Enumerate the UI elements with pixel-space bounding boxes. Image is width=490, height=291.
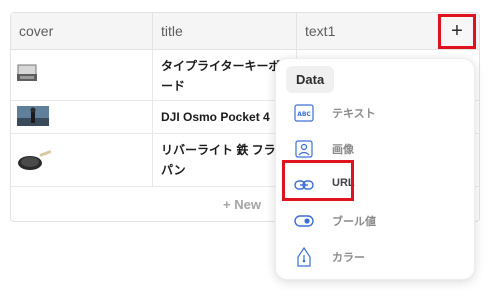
cover-cell[interactable]: [11, 101, 153, 133]
menu-item-boolean[interactable]: ブール値: [286, 208, 466, 234]
plus-icon: +: [451, 20, 463, 42]
color-pen-icon: [297, 247, 311, 267]
menu-section-title: Data: [286, 66, 335, 93]
menu-item-text[interactable]: ABC テキスト: [286, 100, 466, 126]
menu-item-color[interactable]: カラー: [286, 244, 466, 270]
add-column-button[interactable]: +: [438, 14, 476, 49]
url-highlight-box: [282, 160, 354, 201]
column-header-text1[interactable]: text1: [297, 13, 437, 49]
frying-pan-thumbnail: [17, 148, 53, 172]
column-header-title[interactable]: title: [153, 13, 297, 49]
typewriter-keyboard-thumbnail: [17, 64, 37, 81]
menu-item-label: テキスト: [332, 108, 376, 120]
new-row-label: + New: [223, 197, 261, 212]
cover-cell[interactable]: [11, 50, 153, 100]
menu-item-image[interactable]: 画像: [286, 136, 466, 162]
menu-item-label: カラー: [332, 252, 365, 264]
cover-cell[interactable]: [11, 134, 153, 186]
menu-item-label: ブール値: [332, 216, 376, 228]
menu-item-label: 画像: [332, 144, 354, 156]
osmo-pocket-thumbnail: [17, 106, 49, 126]
table-header: cover title text1 +: [11, 13, 479, 50]
image-icon: [295, 140, 313, 158]
svg-text:ABC: ABC: [297, 111, 311, 118]
column-header-cover[interactable]: cover: [11, 13, 153, 49]
toggle-icon: [294, 215, 314, 227]
text-abc-icon: ABC: [294, 104, 314, 122]
